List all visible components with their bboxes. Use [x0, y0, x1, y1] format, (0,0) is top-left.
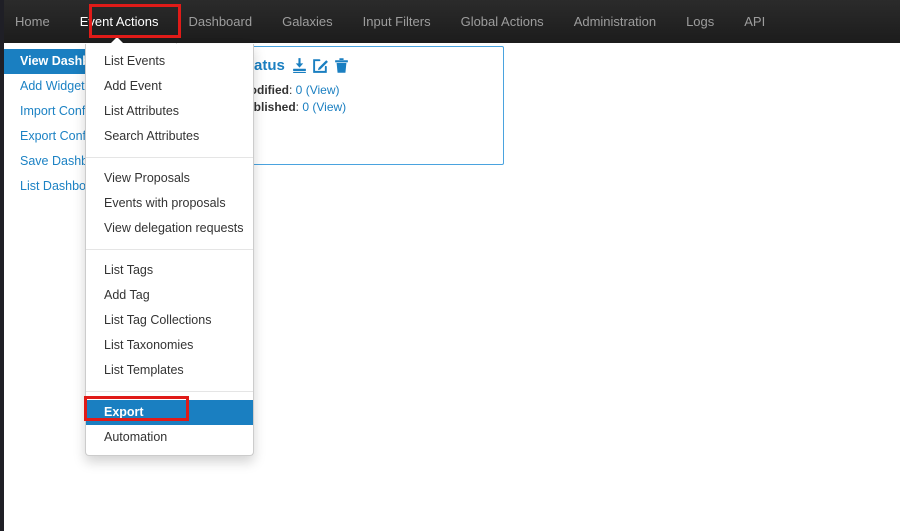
nav-item-logs[interactable]: Logs: [671, 0, 729, 43]
menu-item-export[interactable]: Export: [86, 400, 253, 425]
menu-item-list-templates[interactable]: List Templates: [86, 358, 253, 383]
nav-item-input-filters[interactable]: Input Filters: [348, 0, 446, 43]
menu-item-events-with-proposals[interactable]: Events with proposals: [86, 191, 253, 216]
nav-item-api[interactable]: API: [729, 0, 780, 43]
delete-icon[interactable]: [333, 57, 350, 74]
nav-item-administration[interactable]: Administration: [559, 0, 671, 43]
status-row-count: 0: [295, 83, 303, 97]
download-icon[interactable]: [291, 57, 308, 74]
menu-item-automation[interactable]: Automation: [86, 425, 253, 450]
menu-item-search-attributes[interactable]: Search Attributes: [86, 124, 253, 149]
nav-item-global-actions[interactable]: Global Actions: [446, 0, 559, 43]
status-row: modified: 0 (View): [239, 82, 493, 99]
status-widget-panel: Status modified: 0 (View) published: 0 (…: [228, 46, 504, 165]
menu-divider: [86, 391, 253, 392]
edit-icon[interactable]: [312, 57, 329, 74]
menu-item-list-events[interactable]: List Events: [86, 49, 253, 74]
menu-divider: [86, 249, 253, 250]
panel-icon-group: [291, 57, 350, 74]
status-row-separator: :: [289, 83, 296, 97]
menu-item-view-proposals[interactable]: View Proposals: [86, 166, 253, 191]
nav-item-dashboard[interactable]: Dashboard: [173, 0, 267, 43]
menu-item-view-delegation-requests[interactable]: View delegation requests: [86, 216, 253, 241]
menu-divider: [86, 157, 253, 158]
menu-item-list-attributes[interactable]: List Attributes: [86, 99, 253, 124]
status-row-view-link[interactable]: (View): [312, 100, 346, 114]
status-widget-rows: modified: 0 (View) published: 0 (View): [239, 82, 493, 116]
event-actions-dropdown-menu: List Events Add Event List Attributes Searc…: [85, 37, 254, 456]
menu-item-add-event[interactable]: Add Event: [86, 74, 253, 99]
menu-item-add-tag[interactable]: Add Tag: [86, 283, 253, 308]
menu-item-list-taxonomies[interactable]: List Taxonomies: [86, 333, 253, 358]
status-row: published: 0 (View): [239, 99, 493, 116]
status-widget-header: Status: [239, 54, 493, 76]
nav-item-home[interactable]: Home: [0, 0, 65, 43]
status-row-count: 0: [302, 100, 310, 114]
status-row-view-link[interactable]: (View): [306, 83, 340, 97]
menu-item-list-tag-collections[interactable]: List Tag Collections: [86, 308, 253, 333]
window-left-edge: [0, 0, 4, 531]
app-window: Home Event Actions Dashboard Galaxies Input …: [0, 0, 900, 531]
nav-item-galaxies[interactable]: Galaxies: [267, 0, 348, 43]
menu-item-list-tags[interactable]: List Tags: [86, 258, 253, 283]
top-navbar: Home Event Actions Dashboard Galaxies Input …: [0, 0, 900, 43]
